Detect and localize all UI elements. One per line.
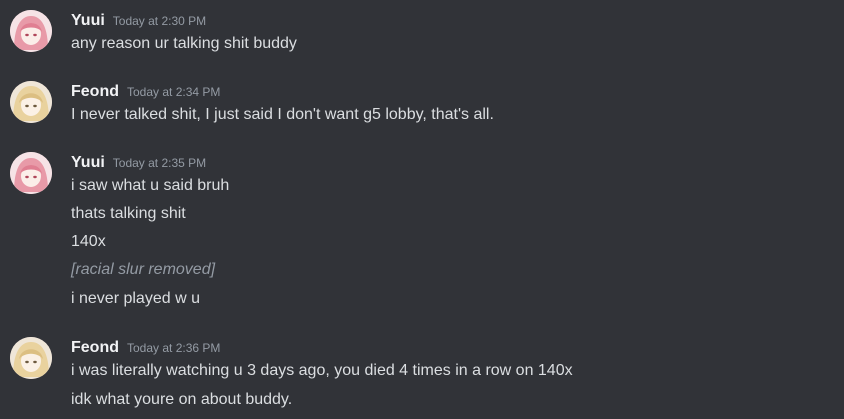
message-text: I never talked shit, I just said I don't… [71,106,494,123]
message-text: thats talking shit [71,205,186,222]
timestamp[interactable]: Today at 2:30 PM [113,14,206,28]
user-avatar-icon[interactable] [10,152,52,194]
avatar-image [10,337,52,379]
message-group: Yuui Today at 2:35 PM i saw what u said b… [0,152,844,312]
message-text: any reason ur talking shit buddy [71,35,297,52]
avatar-image [10,10,52,52]
message-text: 140x [71,233,106,250]
chat-message-list: Yuui Today at 2:30 PM any reason ur talki… [0,0,844,419]
timestamp[interactable]: Today at 2:35 PM [113,156,206,170]
avatar-image [10,81,52,123]
message-group: Feond Today at 2:36 PM i was literally wa… [0,337,844,413]
username[interactable]: Feond [71,83,119,100]
username[interactable]: Yuui [71,154,105,171]
message-group: Feond Today at 2:34 PM I never talked shi… [0,81,844,127]
message-group: Yuui Today at 2:30 PM any reason ur talki… [0,10,844,56]
timestamp[interactable]: Today at 2:36 PM [127,341,220,355]
message-header: Feond Today at 2:34 PM [71,81,220,103]
timestamp[interactable]: Today at 2:34 PM [127,85,220,99]
user-avatar-icon[interactable] [10,81,52,123]
message-text: i saw what u said bruh [71,177,230,194]
message-header: Feond Today at 2:36 PM [71,337,220,359]
message-text: i was literally watching u 3 days ago, y… [71,362,573,379]
message-header: Yuui Today at 2:35 PM [71,152,206,174]
user-avatar-icon[interactable] [10,10,52,52]
username[interactable]: Feond [71,339,119,356]
user-avatar-icon[interactable] [10,337,52,379]
message-text-redacted: [racial slur removed] [71,261,216,278]
avatar-image [10,152,52,194]
message-text: idk what youre on about buddy. [71,391,293,408]
message-header: Yuui Today at 2:30 PM [71,10,206,32]
username[interactable]: Yuui [71,12,105,29]
message-text: i never played w u [71,290,200,307]
